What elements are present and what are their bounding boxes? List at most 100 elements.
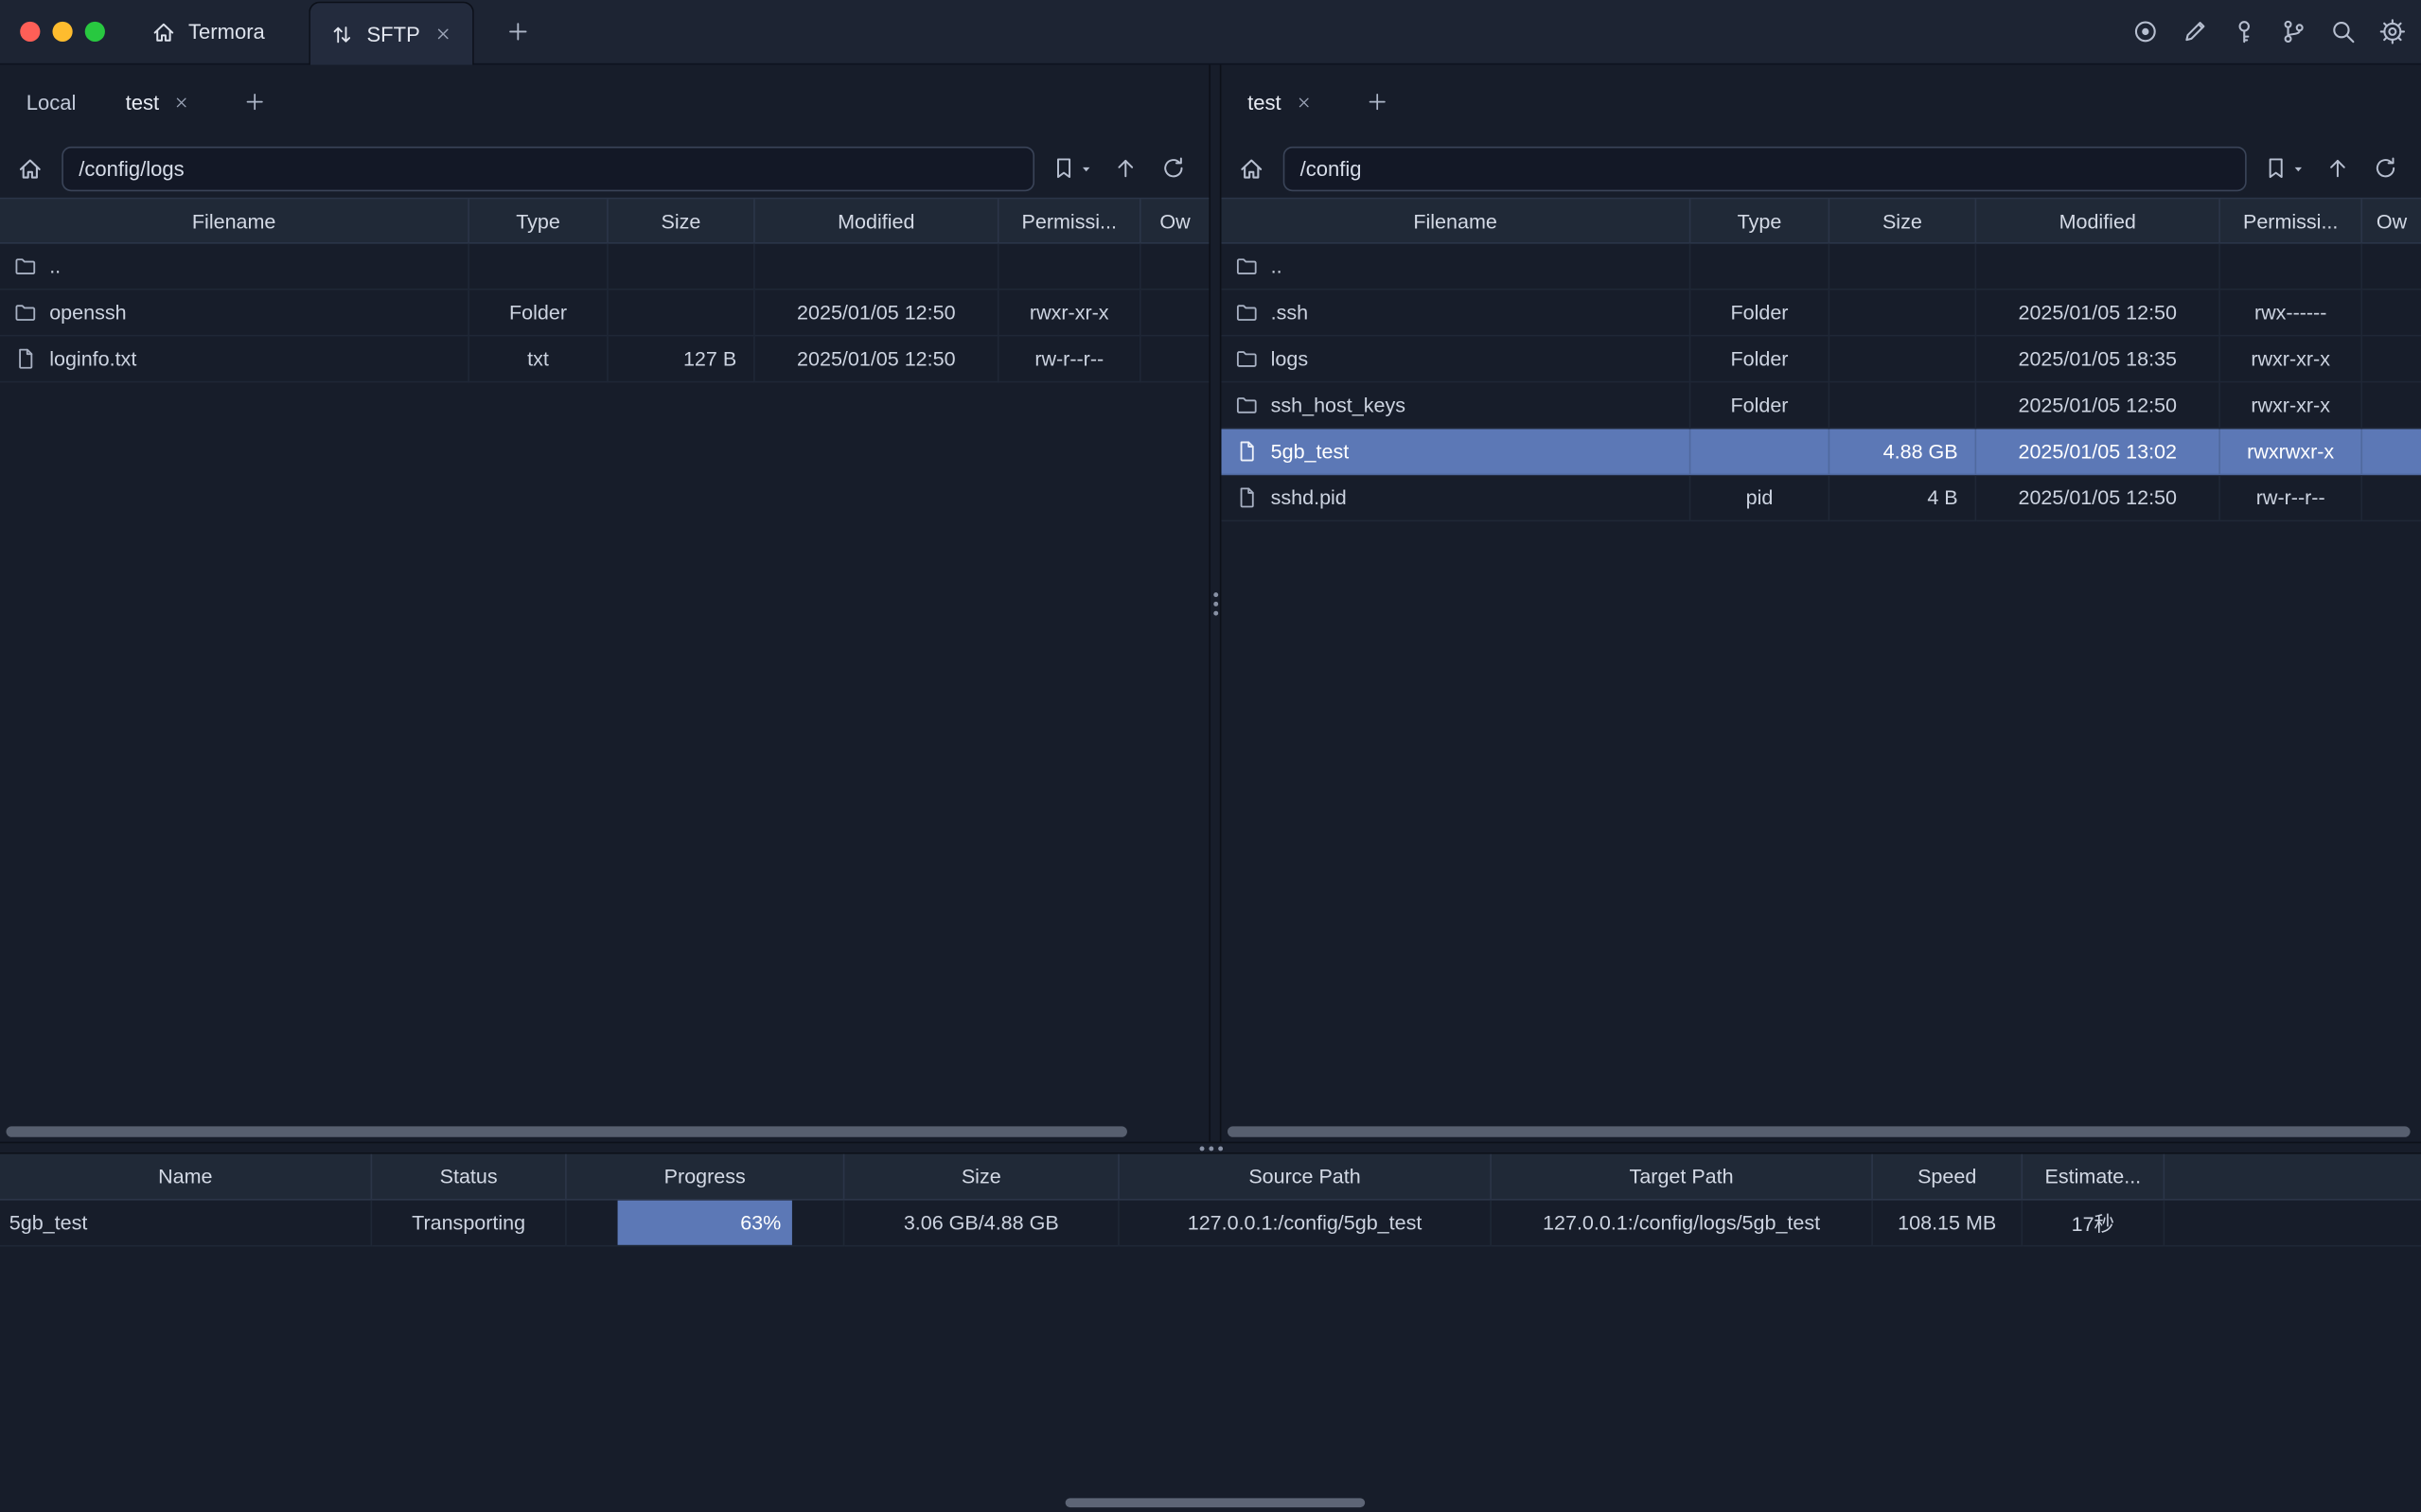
splitter-grip-icon <box>1199 1146 1222 1151</box>
file-table-header: Filename Type Size Modified Permissi... … <box>1221 198 2421 244</box>
file-row[interactable]: .. <box>1221 244 2421 290</box>
refresh-button[interactable] <box>1158 152 1190 184</box>
column-header-owner[interactable]: Ow <box>2362 199 2421 242</box>
column-header-estimate[interactable]: Estimate... <box>2023 1154 2165 1199</box>
main-split: Local test <box>0 64 2421 1141</box>
plus-icon <box>244 91 266 113</box>
pane-splitter[interactable] <box>1209 64 1221 1141</box>
horizontal-scrollbar[interactable] <box>1228 1126 2411 1136</box>
file-row[interactable]: .ssh Folder 2025/01/05 12:50 rwx------ <box>1221 290 2421 337</box>
column-header-modified[interactable]: Modified <box>755 199 999 242</box>
file-permissions: rwx------ <box>2220 290 2362 337</box>
column-header-owner[interactable]: Ow <box>1141 199 1210 242</box>
file-permissions: rw-r--r-- <box>2220 475 2362 521</box>
column-header-source-path[interactable]: Source Path <box>1120 1154 1492 1199</box>
file-row-selected[interactable]: 5gb_test 4.88 GB 2025/01/05 13:02 rwxrwx… <box>1221 429 2421 475</box>
edit-button[interactable] <box>2179 16 2210 47</box>
home-button[interactable] <box>1235 152 1266 184</box>
record-button[interactable] <box>2129 16 2161 47</box>
file-modified: 2025/01/05 13:02 <box>1976 429 2220 475</box>
bottom-scrollbar[interactable] <box>1066 1498 1365 1507</box>
file-owner <box>2362 244 2421 290</box>
file-name: 5gb_test <box>1271 440 1350 463</box>
file-owner <box>2362 475 2421 521</box>
tab-termora[interactable]: Termora <box>151 19 265 44</box>
bookmark-icon <box>1051 156 1076 181</box>
file-row[interactable]: logs Folder 2025/01/05 18:35 rwxr-xr-x <box>1221 336 2421 382</box>
home-icon <box>16 155 43 182</box>
column-header-type[interactable]: Type <box>1690 199 1829 242</box>
search-button[interactable] <box>2327 16 2359 47</box>
key-icon <box>2231 19 2257 45</box>
refresh-button[interactable] <box>2370 152 2401 184</box>
window-minimize-button[interactable] <box>52 22 72 42</box>
file-owner <box>1141 290 1210 337</box>
tab-test-right[interactable]: test <box>1245 90 1316 113</box>
column-header-speed[interactable]: Speed <box>1873 1154 2023 1199</box>
window-zoom-button[interactable] <box>85 22 105 42</box>
path-input[interactable] <box>1283 146 2247 190</box>
file-size: 4.88 GB <box>1829 429 1976 475</box>
tab-sftp[interactable]: SFTP <box>308 2 473 65</box>
home-icon <box>151 19 176 44</box>
new-tab-button[interactable] <box>502 16 533 47</box>
column-header-size[interactable]: Size <box>609 199 755 242</box>
column-header-permissions[interactable]: Permissi... <box>2220 199 2362 242</box>
close-tab-icon[interactable] <box>173 94 190 111</box>
termora-window: Termora SFTP Local te <box>0 0 2421 1512</box>
folder-icon <box>14 255 37 277</box>
file-name: ssh_host_keys <box>1271 394 1405 416</box>
tab-test-left[interactable]: test <box>122 90 193 113</box>
keychain-button[interactable] <box>2228 16 2259 47</box>
add-tab-button[interactable] <box>1362 86 1393 117</box>
file-type: Folder <box>469 290 609 337</box>
file-row[interactable]: ssh_host_keys Folder 2025/01/05 12:50 rw… <box>1221 382 2421 429</box>
add-tab-button[interactable] <box>239 86 271 117</box>
column-header-status[interactable]: Status <box>372 1154 567 1199</box>
parent-directory-button[interactable] <box>2323 152 2354 184</box>
file-row[interactable]: .. <box>0 244 1209 290</box>
file-modified: 2025/01/05 12:50 <box>1976 475 2220 521</box>
close-tab-icon[interactable] <box>1295 94 1312 111</box>
refresh-icon <box>2373 156 2397 181</box>
file-type <box>469 244 609 290</box>
column-header-name[interactable]: Name <box>0 1154 372 1199</box>
plus-icon <box>1366 91 1387 113</box>
transfers-panel: Name Status Progress Size Source Path Ta… <box>0 1154 2421 1512</box>
tab-local[interactable]: Local <box>23 90 79 113</box>
file-owner <box>1141 336 1210 382</box>
bookmark-button[interactable] <box>2264 156 2306 181</box>
bookmark-button[interactable] <box>1051 156 1093 181</box>
file-name: logs <box>1271 347 1308 370</box>
column-header-progress[interactable]: Progress <box>567 1154 845 1199</box>
column-header-permissions[interactable]: Permissi... <box>999 199 1141 242</box>
file-name: loginfo.txt <box>49 347 136 370</box>
window-close-button[interactable] <box>20 22 40 42</box>
column-header-target-path[interactable]: Target Path <box>1492 1154 1873 1199</box>
horizontal-scrollbar[interactable] <box>7 1126 1127 1136</box>
file-row[interactable]: openssh Folder 2025/01/05 12:50 rwxr-xr-… <box>0 290 1209 337</box>
file-permissions: rwxr-xr-x <box>2220 382 2362 429</box>
transfer-row[interactable]: 5gb_test Transporting 63% 3.06 GB/4.88 G… <box>0 1201 2421 1247</box>
settings-button[interactable] <box>2377 16 2408 47</box>
column-header-size[interactable]: Size <box>844 1154 1119 1199</box>
transfers-splitter[interactable] <box>0 1142 2421 1154</box>
close-tab-icon[interactable] <box>433 25 452 44</box>
column-header-type[interactable]: Type <box>469 199 609 242</box>
column-header-size[interactable]: Size <box>1829 199 1976 242</box>
home-button[interactable] <box>14 152 45 184</box>
column-header-filename[interactable]: Filename <box>0 199 469 242</box>
column-header-modified[interactable]: Modified <box>1976 199 2220 242</box>
path-input[interactable] <box>62 146 1034 190</box>
file-row[interactable]: loginfo.txt txt 127 B 2025/01/05 12:50 r… <box>0 336 1209 382</box>
file-modified: 2025/01/05 12:50 <box>755 336 999 382</box>
arrow-up-icon <box>2325 156 2350 181</box>
transfer-name: 5gb_test <box>0 1201 372 1247</box>
parent-directory-button[interactable] <box>1110 152 1141 184</box>
refresh-icon <box>1161 156 1186 181</box>
file-row[interactable]: sshd.pid pid 4 B 2025/01/05 12:50 rw-r--… <box>1221 475 2421 521</box>
file-table-header: Filename Type Size Modified Permissi... … <box>0 198 1209 244</box>
column-header-filename[interactable]: Filename <box>1221 199 1690 242</box>
port-forwarding-button[interactable] <box>2277 16 2308 47</box>
file-modified: 2025/01/05 18:35 <box>1976 336 2220 382</box>
